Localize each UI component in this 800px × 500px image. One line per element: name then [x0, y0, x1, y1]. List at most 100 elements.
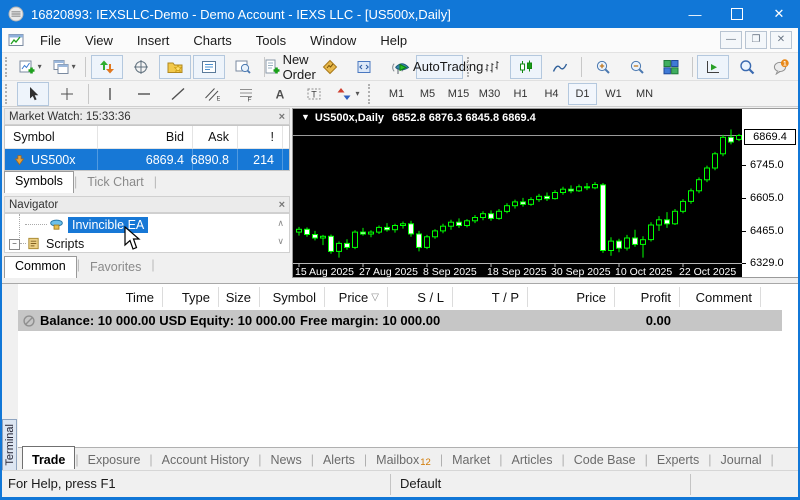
chevron-down-icon[interactable]: ▾	[355, 89, 359, 98]
terminal-column-time[interactable]: Time	[18, 284, 162, 310]
mdi-close-button[interactable]: ✕	[770, 31, 792, 49]
menu-help[interactable]: Help	[368, 28, 419, 52]
terminal-column-profit[interactable]: Profit	[614, 284, 679, 310]
label-tool-button[interactable]: T	[298, 82, 330, 106]
tab-tick-chart[interactable]: Tick Chart	[77, 173, 154, 192]
column-separator[interactable]	[218, 287, 219, 307]
terminal-tab-experts[interactable]: Experts	[648, 448, 708, 471]
navigator-item-scripts[interactable]: − Scripts	[9, 235, 84, 253]
toolbar-grip[interactable]	[5, 56, 9, 77]
data-window-toggle-button[interactable]	[125, 55, 157, 79]
zoom-in-button[interactable]	[587, 55, 619, 79]
menu-charts[interactable]: Charts	[181, 28, 243, 52]
menu-file[interactable]: File	[28, 28, 73, 52]
new-chart-button[interactable]: ▾	[14, 55, 46, 79]
market-watch-row[interactable]: US500x 6869.4 6890.8 214	[5, 149, 289, 171]
timeframe-m30-button[interactable]: M30	[475, 83, 504, 105]
column-separator[interactable]	[527, 287, 528, 307]
terminal-column-size[interactable]: Size	[218, 284, 259, 310]
chart-window[interactable]: 15 Aug 2025 27 Aug 2025 8 Sep 2025 18 Sep 2…	[292, 108, 798, 278]
terminal-tab-alerts[interactable]: Alerts	[314, 448, 364, 471]
timeframe-d1-button[interactable]: D1	[568, 82, 597, 105]
column-separator[interactable]	[324, 287, 325, 307]
timeframe-h1-button[interactable]: H1	[506, 83, 535, 105]
window-maximize-button[interactable]	[716, 0, 758, 28]
tab-common[interactable]: Common	[4, 256, 77, 278]
scroll-down-icon[interactable]: ∨	[277, 236, 284, 247]
cursor-tool-button[interactable]	[17, 81, 49, 106]
tab-symbols[interactable]: Symbols	[4, 171, 74, 193]
tab-favorites[interactable]: Favorites	[80, 258, 151, 277]
search-button[interactable]	[731, 55, 763, 79]
window-minimize-button[interactable]: —	[674, 0, 716, 28]
terminal-tab-journal[interactable]: Journal	[712, 448, 771, 471]
metaeditor-button[interactable]	[348, 55, 380, 79]
strategy-tester-toggle-button[interactable]	[227, 55, 259, 79]
auto-scroll-button[interactable]	[696, 54, 729, 79]
mdi-restore-button[interactable]: ❐	[745, 31, 767, 49]
column-header-ask[interactable]: Ask	[193, 126, 238, 148]
column-separator[interactable]	[760, 287, 761, 307]
sort-descending-icon[interactable]: ▽	[371, 292, 379, 303]
status-profile[interactable]: Default	[400, 476, 441, 491]
candlestick-mode-button[interactable]	[510, 54, 543, 79]
column-header-bid[interactable]: Bid	[98, 126, 193, 148]
bar-chart-mode-button[interactable]	[476, 55, 508, 79]
chevron-down-icon[interactable]: ▾	[72, 62, 76, 71]
fibonacci-tool-button[interactable]: F	[230, 82, 262, 106]
new-order-button[interactable]: New Order	[265, 52, 316, 82]
terminal-tab-trade[interactable]: Trade	[22, 445, 76, 469]
menu-insert[interactable]: Insert	[125, 28, 182, 52]
terminal-tab-market[interactable]: Market	[443, 448, 499, 471]
collapse-icon[interactable]: −	[9, 238, 20, 250]
market-watch-toggle-button[interactable]	[90, 54, 123, 79]
tile-windows-button[interactable]	[655, 55, 687, 79]
column-separator[interactable]	[387, 287, 388, 307]
terminal-column-price-2[interactable]: Price	[527, 284, 614, 310]
text-tool-button[interactable]: A	[264, 82, 296, 106]
toolbar-grip[interactable]	[368, 83, 375, 104]
timeframe-m5-button[interactable]: M5	[413, 83, 442, 105]
indicators-button[interactable]	[314, 55, 346, 79]
timeframe-w1-button[interactable]: W1	[599, 83, 628, 105]
terminal-toggle-button[interactable]	[192, 54, 225, 79]
mdi-minimize-button[interactable]: —	[720, 31, 742, 49]
terminal-column-price[interactable]: Price ▽	[324, 284, 387, 310]
timeframe-m15-button[interactable]: M15	[444, 83, 473, 105]
menu-window[interactable]: Window	[298, 28, 368, 52]
terminal-column-tp[interactable]: T / P	[452, 284, 527, 310]
zoom-out-button[interactable]	[621, 55, 653, 79]
terminal-tab-account-history[interactable]: Account History	[153, 448, 259, 471]
terminal-tab-exposure[interactable]: Exposure	[79, 448, 150, 471]
terminal-tab-articles[interactable]: Articles	[503, 448, 562, 471]
terminal-vertical-tab[interactable]: Terminal	[2, 419, 17, 471]
toolbar-grip[interactable]	[5, 83, 12, 104]
navigator-close-icon[interactable]: ×	[279, 199, 285, 211]
candlestick-chart[interactable]: 15 Aug 2025 27 Aug 2025 8 Sep 2025 18 Sep 2…	[293, 109, 742, 277]
terminal-tab-code-base[interactable]: Code Base	[565, 448, 645, 471]
menu-view[interactable]: View	[73, 28, 125, 52]
crosshair-tool-button[interactable]	[51, 82, 83, 106]
notifications-button[interactable]: 1	[765, 55, 797, 79]
column-separator[interactable]	[259, 287, 260, 307]
terminal-column-type[interactable]: Type	[162, 284, 218, 310]
autotrading-button[interactable]: AutoTrading	[395, 54, 483, 79]
profiles-button[interactable]: ▾	[48, 55, 80, 79]
toolbar-grip[interactable]	[467, 56, 471, 77]
timeframe-h4-button[interactable]: H4	[537, 83, 566, 105]
chevron-down-icon[interactable]: ▾	[38, 62, 42, 71]
column-separator[interactable]	[679, 287, 680, 307]
terminal-column-sl[interactable]: S / L	[387, 284, 452, 310]
column-header-[interactable]: !	[238, 126, 283, 148]
trendline-tool-button[interactable]	[162, 82, 194, 106]
navigator-toggle-button[interactable]	[158, 54, 191, 79]
terminal-column-symbol[interactable]: Symbol	[259, 284, 324, 310]
scroll-up-icon[interactable]: ∧	[277, 218, 284, 229]
chart-plot-area[interactable]: 15 Aug 2025 27 Aug 2025 8 Sep 2025 18 Sep 2…	[293, 109, 742, 277]
vertical-line-tool-button[interactable]	[94, 82, 126, 106]
arrows-tool-button[interactable]: ▾	[332, 82, 364, 106]
column-header-symbol[interactable]: Symbol	[5, 126, 98, 148]
column-separator[interactable]	[452, 287, 453, 307]
terminal-tab-news[interactable]: News	[261, 448, 310, 471]
horizontal-line-tool-button[interactable]	[128, 82, 160, 106]
